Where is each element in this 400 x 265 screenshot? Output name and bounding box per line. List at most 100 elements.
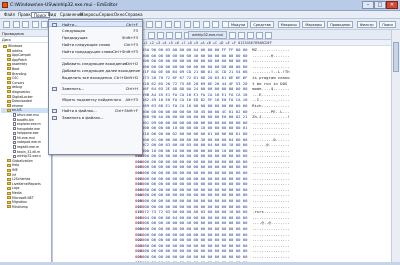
vertical-scrollbar[interactable] bbox=[391, 30, 400, 262]
tree-item-label: helppane.exe bbox=[17, 131, 39, 136]
hex-ascii: ................ bbox=[252, 181, 290, 187]
toolbar-6-button[interactable]: Фильтр bbox=[356, 21, 377, 28]
file-icon bbox=[13, 136, 16, 140]
hex-ascii: .........0...... bbox=[252, 136, 290, 142]
dropdown-item[interactable]: Добавить следующее вхождение Ctrl+D bbox=[49, 61, 142, 67]
close-button[interactable]: ✕ bbox=[386, 1, 398, 9]
folder-icon bbox=[7, 62, 11, 66]
tree-item-label: regedit.exe.m bbox=[17, 145, 40, 150]
dropdown-item[interactable]: Найти предыдущее слово Ctrl+Shift+F3 bbox=[49, 49, 142, 55]
tree-item-label: Cursors bbox=[12, 80, 25, 85]
hex-bytes: 00 04 00 00 00 04 00 00 00 00 00 00 00 0… bbox=[135, 214, 253, 220]
dropdown-item[interactable]: Найти в файлах... Ctrl+Shift+F bbox=[49, 108, 142, 114]
tree-item-label: ehome bbox=[12, 103, 23, 108]
search-menu-dropdown: Найти... Ctrl+F Следующая F3 Предыдущая Shift… bbox=[48, 19, 143, 155]
toolbar-7-button[interactable]: Поиск bbox=[379, 21, 397, 28]
folder-icon bbox=[7, 163, 11, 167]
hex-ascii: Rich............ bbox=[252, 102, 290, 108]
hex-bytes: 00 00 00 00 00 00 00 00 00 00 00 00 00 0… bbox=[135, 164, 253, 170]
tree-item-label: assembly bbox=[12, 62, 28, 67]
hex-bytes: 52 69 63 68 E1 FA CA 16 00 00 00 00 00 0… bbox=[135, 102, 253, 108]
toolbar-button-icon[interactable] bbox=[212, 21, 219, 28]
tree-item-label: Globalization bbox=[12, 158, 33, 163]
toolbar-button-icon[interactable] bbox=[12, 21, 20, 28]
folder-icon bbox=[7, 159, 11, 163]
hex-bytes: E8 82 49 16 E0 FA CA 16 E8 82 5F 16 E0 F… bbox=[135, 97, 253, 103]
dropdown-item[interactable]: Заменить в файлах... bbox=[49, 115, 142, 121]
menu-item-label: Добавить следующее вхождение bbox=[62, 61, 128, 66]
hex-bytes: 0B 01 09 00 00 00 00 00 00 06 00 00 00 0… bbox=[135, 119, 253, 125]
maximize-button[interactable]: □ bbox=[374, 1, 386, 9]
menu-item-shortcut: Ctrl+H bbox=[125, 86, 138, 91]
tree-item-label: en-US bbox=[12, 108, 22, 113]
hex-bytes: 00 00 10 00 00 10 00 00 00 00 00 00 10 0… bbox=[135, 147, 253, 153]
toolbar-button-icon[interactable] bbox=[31, 21, 39, 28]
dropdown-item[interactable]: Предыдущая Shift+F3 bbox=[49, 35, 142, 41]
toolbar-button-icon[interactable] bbox=[155, 21, 162, 28]
dropdown-item[interactable]: Найти следующее слово Ctrl+F3 bbox=[49, 42, 142, 48]
hex-ascii: ................ bbox=[252, 248, 290, 254]
scrollbar-thumb[interactable] bbox=[393, 42, 399, 72]
tree-item-label: LiveKernelReports bbox=[12, 181, 41, 186]
hex-bytes: B8 00 00 00 00 00 00 00 40 00 00 00 00 0… bbox=[135, 52, 253, 58]
menu-item-4[interactable]: Вид bbox=[46, 12, 58, 18]
toolbar-1-button[interactable]: Модули bbox=[228, 21, 249, 28]
menu-item-1[interactable]: Файл bbox=[2, 12, 17, 18]
hex-ascii: mode....$....... bbox=[252, 86, 290, 92]
dropdown-item[interactable]: Убрать подсветку найденного Alt+F3 bbox=[49, 97, 142, 103]
hex-bytes: 00 00 00 00 40 00 00 40 00 00 00 00 00 0… bbox=[135, 220, 253, 226]
menu-item-label: Найти... bbox=[62, 23, 78, 27]
file-icon bbox=[13, 117, 16, 122]
hex-ascii: ................ bbox=[252, 214, 290, 220]
dropdown-item[interactable]: Найти... Ctrl+F bbox=[49, 21, 142, 28]
minimize-button[interactable]: – bbox=[362, 1, 374, 9]
menu-item-9[interactable]: Справка bbox=[123, 12, 145, 18]
tree-item-label: Downloaded bbox=[12, 99, 32, 104]
toolbar-4-button[interactable]: Маркеры bbox=[302, 21, 326, 28]
hex-bytes: 00 00 00 00 00 00 00 00 00 00 00 00 D8 0… bbox=[135, 63, 253, 69]
dropdown-item[interactable]: Добавить следующее далее вхождение bbox=[49, 68, 142, 74]
toolbar-button-icon[interactable] bbox=[183, 21, 191, 28]
toolbar-3-button[interactable]: Макросы bbox=[277, 21, 300, 28]
find-in-files-icon bbox=[52, 109, 57, 113]
hex-ascii: ....@..@........ bbox=[252, 220, 290, 226]
toolbar-button-icon[interactable] bbox=[3, 21, 10, 28]
toolbar-button-icon[interactable] bbox=[202, 21, 210, 28]
tab-file[interactable]: winhlp32.exe.mui bbox=[188, 31, 227, 39]
dropdown-item[interactable]: Выделить все вхождения Ctrl+Shift+D bbox=[49, 75, 142, 81]
hex-bytes: 00 00 00 00 00 00 00 00 00 00 00 00 00 0… bbox=[135, 192, 253, 198]
hex-bytes: 00 10 00 00 00 02 00 00 06 00 01 00 06 0… bbox=[135, 130, 253, 136]
toolbar-button-icon[interactable] bbox=[174, 21, 181, 28]
hex-bytes: 6D 6F 64 65 2E 0D 0D 0A 24 00 00 00 00 0… bbox=[135, 86, 253, 92]
toolbar-button-icon[interactable] bbox=[193, 21, 200, 28]
hex-ascii: ................ bbox=[252, 192, 290, 198]
toolbar-5-button[interactable]: Проводник bbox=[327, 21, 354, 28]
file-tree: Windows addins AppCompat AppPatch assembly Bo… bbox=[1, 44, 51, 209]
hex-ascii: ................ bbox=[252, 242, 290, 248]
hex-ascii: ..I......._..... bbox=[252, 97, 290, 103]
folder-icon bbox=[7, 177, 11, 181]
dropdown-item[interactable]: Заменить... Ctrl+H bbox=[49, 86, 142, 92]
tree-item-label: AppPatch bbox=[12, 57, 27, 62]
folder-icon bbox=[7, 99, 11, 103]
hex-bytes: 2E 72 73 72 63 00 00 00 A8 03 00 00 00 1… bbox=[135, 209, 253, 215]
tree-item[interactable]: Minidump bbox=[1, 205, 51, 210]
hex-ascii: ................ bbox=[252, 253, 290, 259]
folder-icon bbox=[7, 90, 11, 94]
menu-separator bbox=[61, 105, 141, 107]
hex-bytes: 00 00 00 00 00 00 00 00 00 00 00 00 00 0… bbox=[135, 237, 253, 243]
tree-item-label: addins bbox=[12, 48, 23, 53]
toolbar-button-icon[interactable] bbox=[164, 21, 172, 28]
toolbar-button-icon[interactable] bbox=[22, 21, 29, 28]
folder-icon bbox=[7, 168, 11, 172]
hex-ascii: ................ bbox=[252, 198, 290, 204]
explorer-pane: Проводник Диск Windows addins AppCompat App… bbox=[0, 30, 52, 262]
hex-ascii: ...E............ bbox=[252, 91, 290, 97]
toolbar-button-icon[interactable] bbox=[41, 21, 48, 28]
toolbar-button-icon[interactable] bbox=[145, 21, 153, 28]
folder-icon bbox=[7, 81, 11, 85]
hex-bytes: 00 00 00 00 00 00 00 00 00 00 00 00 00 0… bbox=[135, 253, 253, 259]
hex-bytes: 69 73 20 70 72 6F 67 72 61 6D 20 63 61 6… bbox=[135, 74, 253, 80]
dropdown-item[interactable]: Следующая F3 bbox=[49, 28, 142, 34]
toolbar-2-button[interactable]: Средства bbox=[250, 21, 274, 28]
